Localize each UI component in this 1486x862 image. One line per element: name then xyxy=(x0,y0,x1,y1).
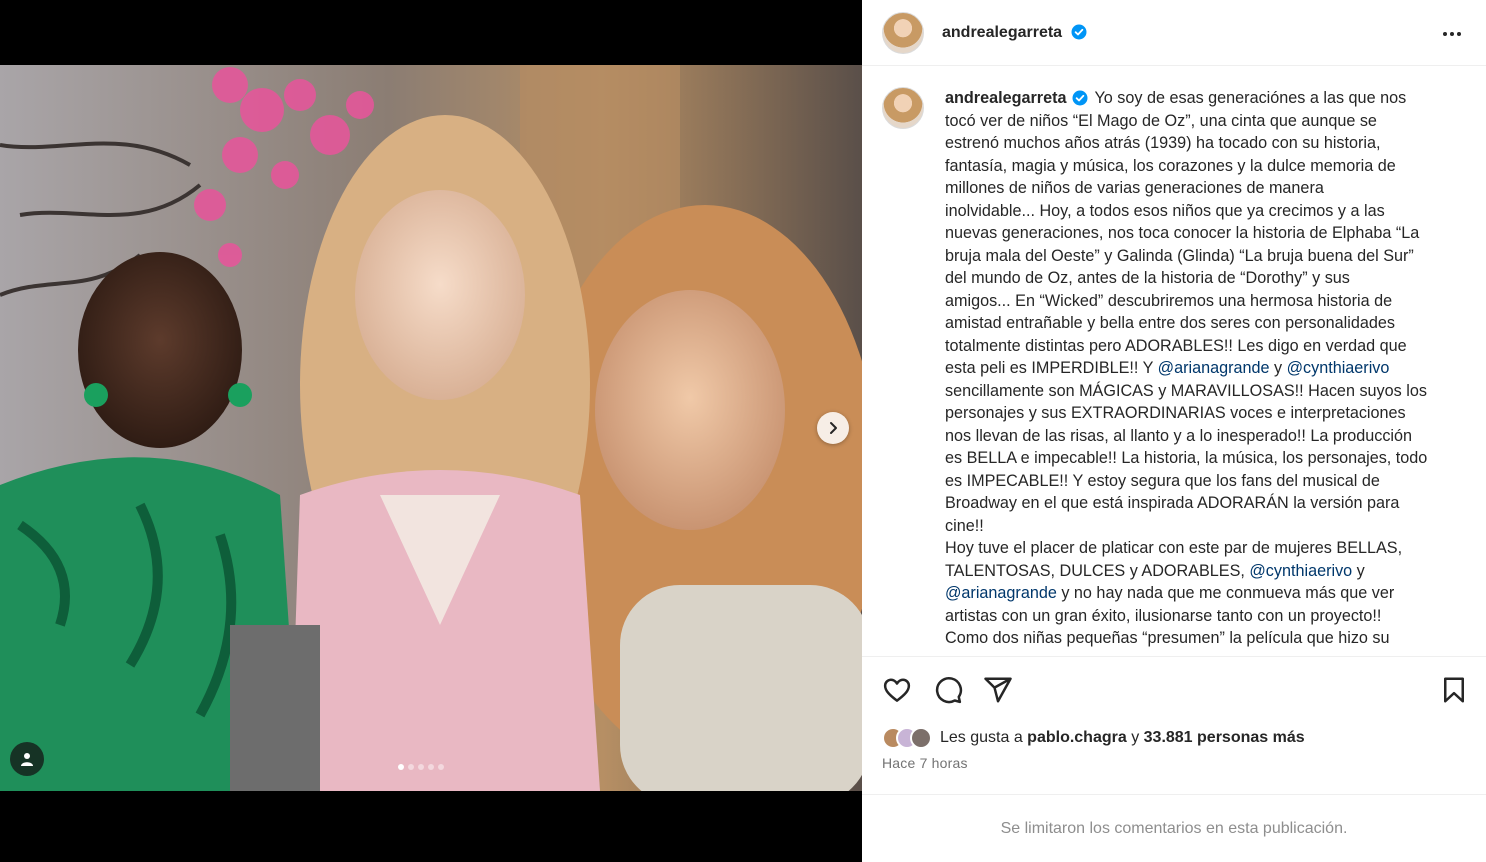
user-tag-icon xyxy=(21,753,33,766)
heart-icon[interactable] xyxy=(882,675,912,705)
liker-avatar[interactable] xyxy=(910,727,932,749)
caption-line: inolvidable... Hoy, a todos esos niños q… xyxy=(945,201,1385,220)
caption-line: bruja mala del Oeste” y Galinda (Glinda)… xyxy=(945,246,1414,265)
caption-username[interactable]: andrealegarreta xyxy=(945,89,1066,107)
caption-line: nuevas generaciones, nos toca conocer la… xyxy=(945,224,1420,242)
author-username-wrap: andrealegarreta xyxy=(942,24,1087,42)
post-actions: Les gusta a pablo.chagra y 33.881 person… xyxy=(862,656,1486,794)
caption-line: Hoy tuve el placer de platicar con este … xyxy=(945,539,1403,557)
author-username[interactable]: andrealegarreta xyxy=(942,24,1062,41)
author-avatar[interactable] xyxy=(882,11,924,54)
carousel-next-button[interactable] xyxy=(817,412,849,444)
caption-line: personajes y sus EXTRAORDINARIAS voces e… xyxy=(945,404,1406,422)
chevron-right-icon xyxy=(830,422,837,434)
caption-line: amistad entrañable y bella entre dos ser… xyxy=(945,314,1395,332)
caption-line: tocó ver de niños “El Mago de Oz”, una c… xyxy=(945,111,1377,130)
caption-line-text: y xyxy=(1269,359,1287,377)
caption-line: del mundo de Oz, antes de la historia de… xyxy=(945,269,1350,287)
carousel-indicators xyxy=(398,764,444,770)
caption-line: nos llevan de las risas, al llanto y a l… xyxy=(945,426,1413,445)
caption-line: @arianagrande y no hay nada que me conmu… xyxy=(945,582,1460,605)
verified-badge-icon xyxy=(1072,90,1088,106)
caption-text: andrealegarreta Yo soy de esas generación… xyxy=(945,87,1460,650)
mention-cynthiaerivo[interactable]: @cynthiaerivo xyxy=(1249,562,1352,580)
carousel-dot xyxy=(408,764,414,770)
post-photo[interactable] xyxy=(0,65,862,791)
caption-author-avatar[interactable] xyxy=(882,87,924,129)
caption-line: Broadway en el que está inspirada ADORAR… xyxy=(945,494,1400,512)
carousel-dot xyxy=(438,764,444,770)
post-timestamp[interactable]: Hace 7 horas xyxy=(882,755,968,771)
caption-area: andrealegarreta Yo soy de esas generación… xyxy=(862,67,1486,657)
caption-line: sencillamente son MÁGICAS y MARAVILLOSAS… xyxy=(945,381,1427,400)
liker-username[interactable]: pablo.chagra xyxy=(1027,729,1127,746)
caption-line: fantasía, magia y música, los corazones … xyxy=(945,156,1396,175)
caption-line: es IMPECABLE!! Y estoy segura que los fa… xyxy=(945,471,1380,490)
more-options-icon[interactable] xyxy=(1440,22,1464,46)
carousel-dot xyxy=(398,764,404,770)
tagged-users-button[interactable] xyxy=(10,742,44,776)
caption-line: andrealegarreta Yo soy de esas generación… xyxy=(945,87,1460,110)
caption-line: TALENTOSAS, DULCES y ADORABLES, @cynthia… xyxy=(945,560,1460,583)
carousel-dot xyxy=(418,764,424,770)
likes-text: Les gusta a pablo.chagra y 33.881 person… xyxy=(940,729,1305,747)
caption-line-text: esta peli es IMPERDIBLE!! Y xyxy=(945,359,1158,377)
instagram-post: andrealegarreta andrealegarreta Yo soy de… xyxy=(0,0,1486,862)
mention-arianagrande[interactable]: @arianagrande xyxy=(1158,359,1270,377)
post-sidebar: andrealegarreta andrealegarreta Yo soy de… xyxy=(862,0,1486,862)
caption-row: andrealegarreta Yo soy de esas generación… xyxy=(882,87,1466,650)
comments-limited-notice: Se limitaron los comentarios en esta pub… xyxy=(1000,819,1348,837)
mention-cynthiaerivo[interactable]: @cynthiaerivo xyxy=(1287,359,1390,377)
likes-count[interactable]: 33.881 personas más xyxy=(1144,729,1305,746)
caption-line-text: Yo soy de esas generaciónes a las que no… xyxy=(1094,89,1407,107)
likes-middle: y xyxy=(1126,729,1144,746)
likes-row: Les gusta a pablo.chagra y 33.881 person… xyxy=(882,727,1305,749)
verified-badge-icon xyxy=(1071,24,1087,39)
post-media xyxy=(0,0,862,862)
post-header: andrealegarreta xyxy=(862,0,1486,66)
comment-icon[interactable] xyxy=(933,675,963,705)
share-icon[interactable] xyxy=(983,675,1013,705)
selfie-illustration xyxy=(0,65,862,791)
caption-line: es BELLA e impecable!! La historia, la m… xyxy=(945,449,1428,467)
carousel-dot xyxy=(428,764,434,770)
caption-line: millones de niños de varias generaciones… xyxy=(945,179,1324,197)
caption-line-text: y xyxy=(1352,561,1365,580)
caption-line-text: TALENTOSAS, DULCES y ADORABLES, xyxy=(945,561,1250,580)
caption-line: Como dos niñas pequeñas “presumen” la pe… xyxy=(945,629,1390,647)
mention-arianagrande[interactable]: @arianagrande xyxy=(945,584,1057,602)
caption-line: artistas con un gran éxito, ilusionarse … xyxy=(945,606,1382,625)
comments-footer: Se limitaron los comentarios en esta pub… xyxy=(862,794,1486,862)
caption-line: cine!! xyxy=(945,516,984,535)
caption-line: estrenó muchos años atrás (1939) ha toca… xyxy=(945,134,1381,152)
caption-line: esta peli es IMPERDIBLE!! Y @arianagrand… xyxy=(945,357,1460,380)
caption-line: totalmente distintas pero ADORABLES!! Le… xyxy=(945,336,1407,355)
caption-line-text: y no hay nada que me conmueva más que ve… xyxy=(1056,584,1395,602)
likes-prefix: Les gusta a xyxy=(940,729,1028,746)
bookmark-icon[interactable] xyxy=(1439,675,1469,705)
caption-line: amigos... En “Wicked” descubriremos una … xyxy=(945,291,1393,310)
